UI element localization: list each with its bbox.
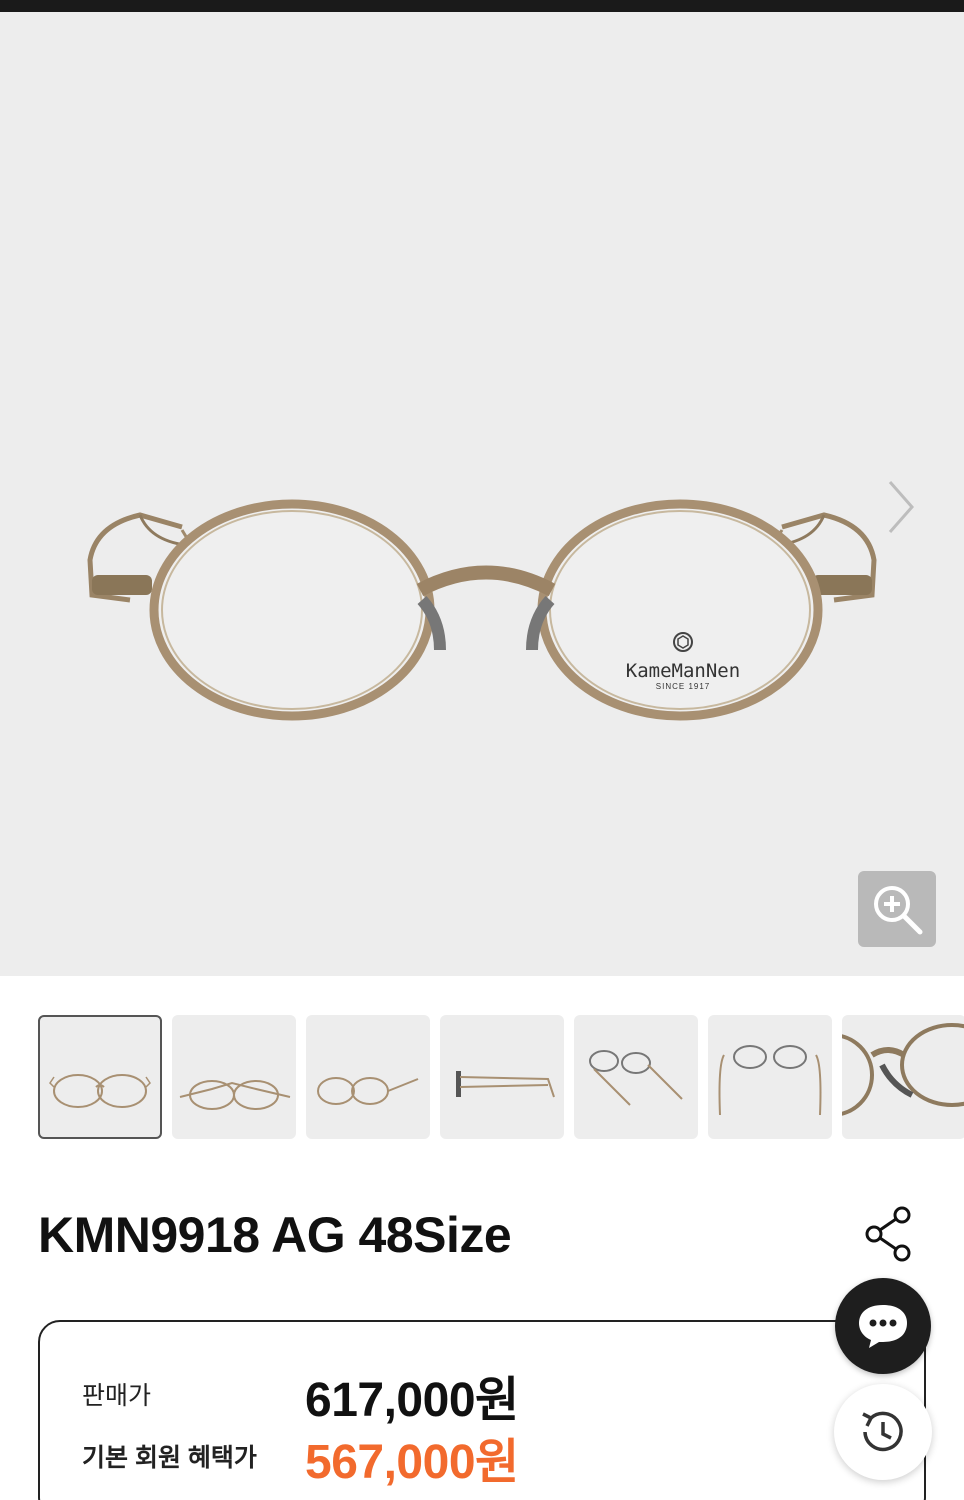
share-icon [865,1206,911,1262]
member-price-value: 567,000원 [305,1436,519,1489]
glasses-image [87,499,877,721]
top-status-bar [0,0,964,12]
thumbnail-4[interactable] [440,1015,564,1139]
thumbnail-glasses-angle [317,1077,419,1105]
thumbnail-glasses-back [718,1045,822,1116]
thumbnail-3[interactable] [306,1015,430,1139]
thumbnail-7[interactable] [842,1015,964,1139]
thumbnail-glasses-closeup [842,1023,964,1116]
zoom-in-icon [874,886,923,935]
sale-price-value: 617,000원 [305,1374,519,1427]
thumbnail-6[interactable] [708,1015,832,1139]
thumbnail-glasses-front [49,1074,151,1108]
history-clock-icon [862,1411,903,1452]
zoom-button[interactable] [858,871,936,947]
price-box: 판매가 617,000원 기본 회원 혜택가 567,000원 [38,1320,926,1500]
brand-since-text: SINCE 1917 [655,682,711,691]
chevron-right-icon [888,481,914,533]
thumbnail-2[interactable] [172,1015,296,1139]
brand-logo-text: KameManNen [625,660,741,682]
product-title: KMN9918 AG 48Size [38,1207,512,1263]
chat-bubble-icon [859,1305,907,1348]
thumbnail-5[interactable] [574,1015,698,1139]
product-main-image[interactable]: KameManNen SINCE 1917 [0,12,964,976]
share-button[interactable] [862,1205,914,1263]
recently-viewed-button[interactable] [834,1384,932,1480]
next-image-button[interactable] [880,472,924,542]
thumbnail-glasses-folded [589,1050,683,1106]
thumbnail-glasses-side [456,1071,555,1098]
chat-button[interactable] [835,1278,931,1374]
member-price-label: 기본 회원 혜택가 [82,1444,257,1472]
thumbnail-glasses-top [179,1080,291,1110]
thumbnail-1[interactable] [38,1015,162,1139]
sale-price-label: 판매가 [82,1382,152,1410]
thumbnail-strip [38,1015,964,1139]
